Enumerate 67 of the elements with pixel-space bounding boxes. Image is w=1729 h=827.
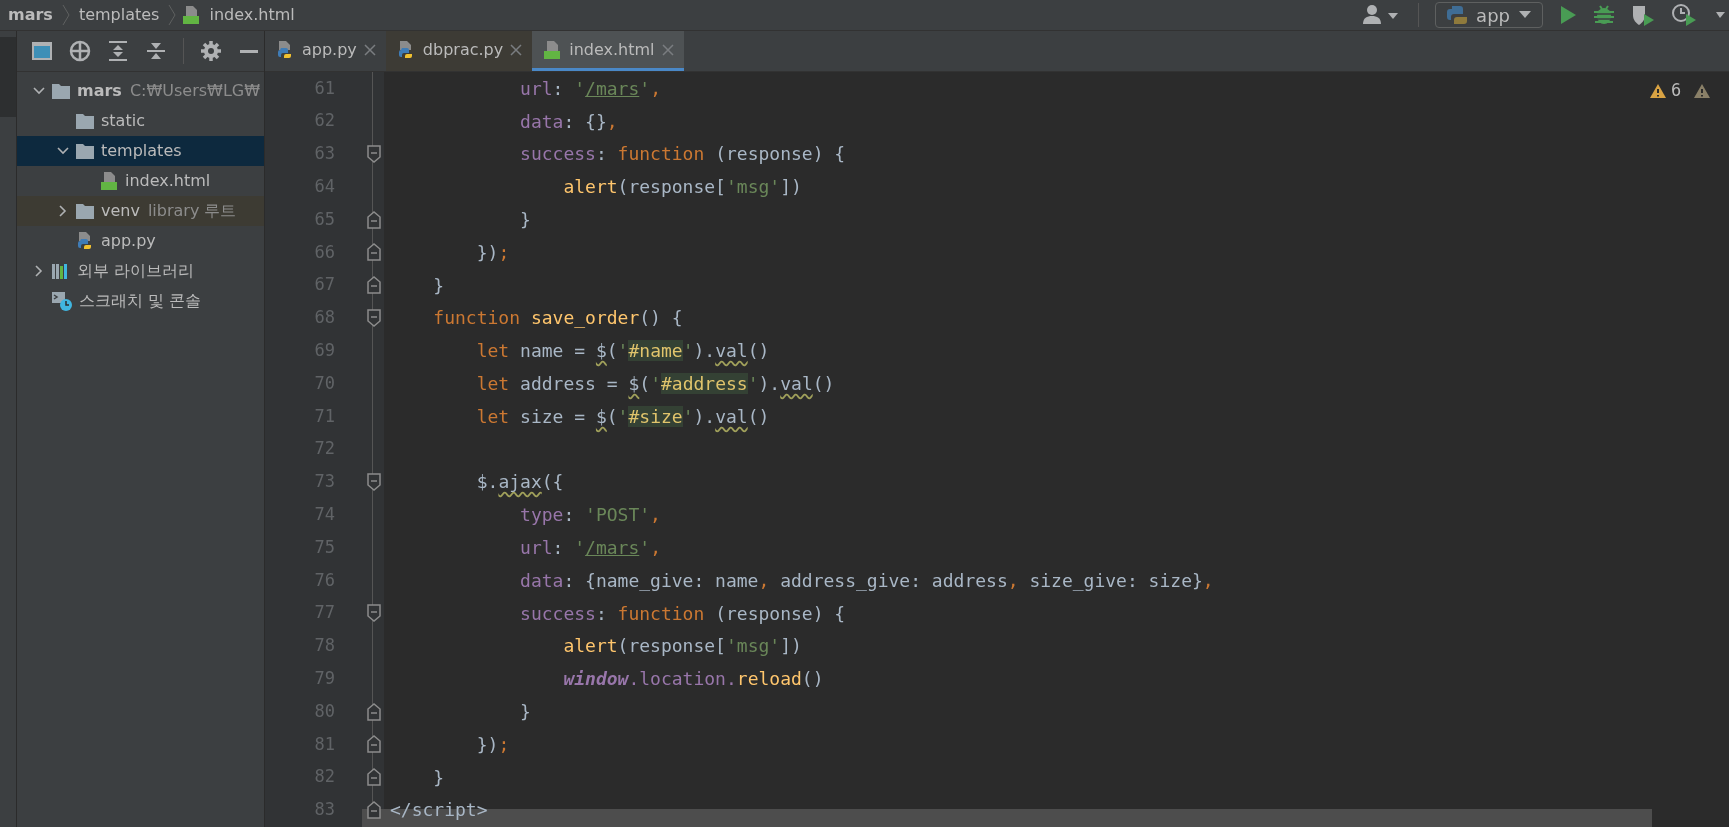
warning-count[interactable]: 6 [1671,78,1682,104]
code-line: url: '/mars', [519,536,661,561]
fold-marker-icon[interactable] [366,472,381,491]
code-line: let address = $('#address').val() [475,372,835,397]
breadcrumb-item[interactable]: index.html [205,3,299,27]
tree-item[interactable]: templates [17,136,264,166]
tree-item[interactable]: static [17,106,264,136]
code-line: success: function (response) { [519,601,846,626]
collapse-all-icon[interactable] [145,40,167,62]
code-line: } [432,273,445,298]
html-file-icon [542,39,563,60]
weak-warning-icon [1693,82,1712,99]
fold-marker-icon[interactable] [366,145,381,163]
layout-icon[interactable] [31,40,53,62]
code-line: data: {name_give: name, address_give: address, size_give: size}, [519,568,1214,593]
breadcrumb-item[interactable]: mars [4,3,57,27]
editor-tab[interactable]: index.html [532,31,684,71]
code-line: } [432,765,445,790]
breadcrumb-item[interactable]: templates [74,3,164,27]
tree-item[interactable]: venv library 루트 [17,196,264,226]
code-line: $.ajax({ [475,470,564,495]
folder-icon [51,82,71,100]
code-line: url: '/mars', [519,76,661,101]
caret-icon [1518,10,1532,20]
expand-all-icon[interactable] [107,40,129,62]
tree-item[interactable]: app.py [17,226,264,256]
crosshair-icon[interactable] [69,40,91,62]
code-line: data: {}, [519,109,618,134]
code-line: }); [475,732,510,757]
code-line: }); [475,240,510,265]
code-line: } [519,700,531,725]
code-line: success: function (response) { [519,142,846,167]
code-line: alert(response['msg']) [562,634,802,659]
caret-icon [1715,10,1725,20]
close-icon [510,43,523,56]
tree-item[interactable]: 스크래치 및 콘솔 [17,286,264,316]
python-icon [1446,4,1469,26]
code-line: let size = $('#size').val() [475,404,770,429]
chevron-separator-icon [60,4,71,26]
code-line: window.location.reload() [562,667,824,692]
fold-marker-icon[interactable] [366,604,381,623]
code-line: } [519,208,531,233]
code-line: let name = $('#name').val() [475,339,770,364]
code-line: </script> [390,798,488,823]
tree-item[interactable]: index.html [17,166,264,196]
code-line: type: 'POST', [519,503,661,528]
tree-item[interactable]: 외부 라이브러리 [17,256,264,286]
code-line: function save_order() { [432,306,683,331]
close-icon [661,43,674,56]
folder-icon [75,112,95,130]
folder-icon [75,202,95,220]
scratch-clock-icon [51,290,73,312]
settings-icon[interactable] [200,40,222,62]
fold-marker-icon[interactable] [366,308,381,327]
bug-icon [1593,4,1615,26]
close-icon [363,43,376,56]
tree-item[interactable]: mars C:₩Users₩LG₩ [17,76,264,106]
html-file-icon [99,171,119,191]
editor-tab[interactable]: dbprac.py [385,31,533,71]
run-config-dropdown[interactable]: app [1435,2,1543,28]
html-file-icon [181,5,202,25]
warning-icon [1649,82,1667,99]
shield-run-icon [1631,3,1655,27]
code-line: alert(response['msg']) [562,175,802,200]
chevron-separator-icon [167,4,178,26]
folder-icon [75,142,95,160]
run-icon [1559,5,1577,25]
